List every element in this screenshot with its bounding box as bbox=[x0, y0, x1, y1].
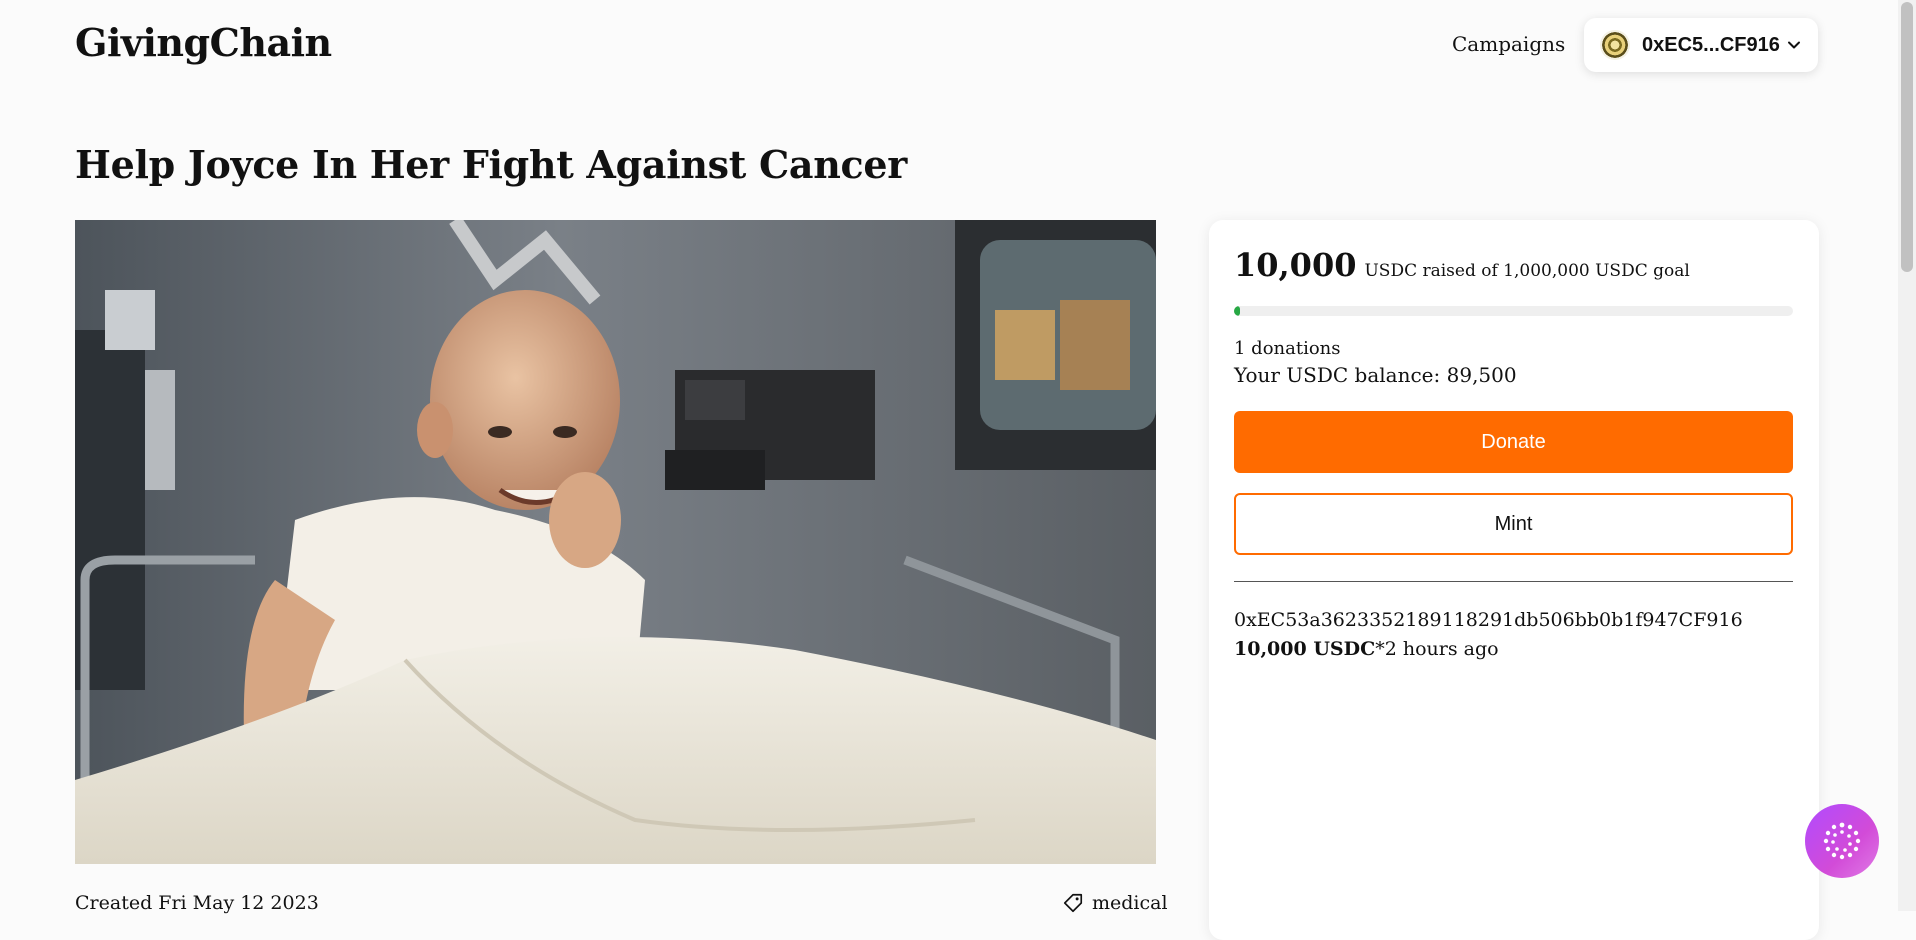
donate-button[interactable]: Donate bbox=[1234, 411, 1793, 473]
nav-campaigns-link[interactable]: Campaigns bbox=[1452, 32, 1565, 56]
site-logo[interactable]: GivingChain bbox=[75, 20, 332, 65]
donations-count: 1 donations bbox=[1234, 338, 1341, 359]
campaign-title: Help Joyce In Her Fight Against Cancer bbox=[75, 142, 907, 187]
wallet-address: 0xEC5...CF916 bbox=[1642, 33, 1780, 56]
top-header: GivingChain Campaigns 0xEC5...CF916 bbox=[0, 0, 1916, 90]
donation-amount: 10,000 USDC bbox=[1234, 638, 1376, 660]
funding-progress-bar bbox=[1234, 306, 1793, 316]
panel-divider bbox=[1234, 581, 1793, 582]
funding-progress-fill bbox=[1234, 306, 1240, 316]
donation-panel: 10,000 USDC raised of 1,000,000 USDC goa… bbox=[1209, 220, 1819, 940]
page-scrollbar[interactable] bbox=[1898, 0, 1916, 911]
donor-address: 0xEC53a3623352189118291db506bb0b1f947CF9… bbox=[1234, 609, 1743, 631]
campaign-image bbox=[75, 220, 1156, 864]
usdc-balance: Your USDC balance: 89,500 bbox=[1234, 363, 1517, 387]
mint-button[interactable]: Mint bbox=[1234, 493, 1793, 555]
raised-amount: 10,000 bbox=[1234, 246, 1357, 284]
donation-entry: 10,000 USDC*2 hours ago bbox=[1234, 638, 1499, 660]
wallet-avatar-icon bbox=[1600, 30, 1630, 60]
donation-time: *2 hours ago bbox=[1375, 638, 1499, 660]
chevron-down-icon bbox=[1787, 41, 1800, 49]
scrollbar-thumb[interactable] bbox=[1901, 2, 1913, 272]
raised-goal-text: USDC raised of 1,000,000 USDC goal bbox=[1364, 261, 1690, 281]
raised-summary: 10,000 USDC raised of 1,000,000 USDC goa… bbox=[1234, 246, 1690, 284]
wallet-button[interactable]: 0xEC5...CF916 bbox=[1584, 18, 1818, 72]
assistant-orb-button[interactable] bbox=[1805, 804, 1879, 878]
campaign-photo-illustration bbox=[75, 220, 1156, 864]
assistant-orb-icon bbox=[1823, 822, 1861, 860]
